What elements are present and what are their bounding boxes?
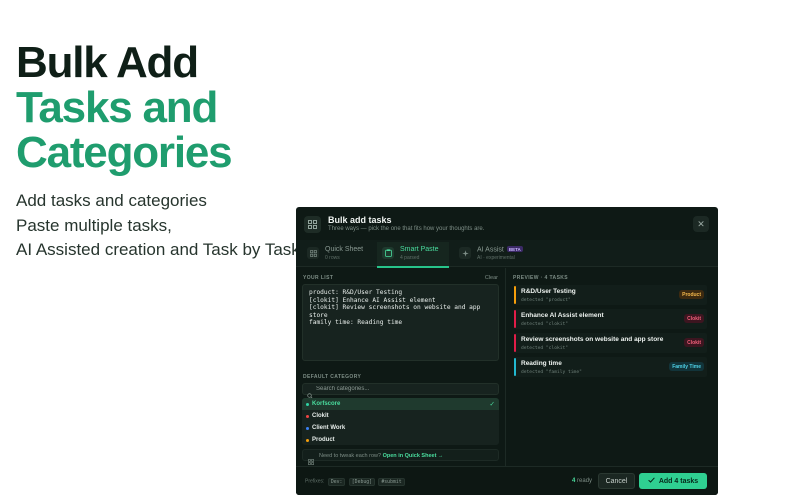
preview-detected: detected "clokit" <box>521 345 569 351</box>
textarea-line: store <box>309 311 328 319</box>
task-list-textarea[interactable]: product: R&D/User Testing [clokit] Enhan… <box>302 284 499 361</box>
prefix-chip: [Debug] <box>348 478 376 486</box>
preview-title: Enhance AI Assist element <box>521 312 604 319</box>
dialog-title: Bulk add tasks <box>328 215 392 225</box>
category-color-dot <box>306 438 309 442</box>
tab-ai-assist[interactable]: AI Assist BETA AI · experimental <box>454 242 534 267</box>
category-badge: Clokit <box>684 338 704 347</box>
preview-detected: detected "family time" <box>521 369 582 375</box>
category-item[interactable]: Product <box>302 434 499 445</box>
tab-label-text: AI Assist <box>477 246 504 254</box>
prefixes-hint: Prefixes: Dev: [Debug] #submit <box>305 478 405 486</box>
category-list: Korfscore ✓ Clokit Client Work Product <box>302 398 499 445</box>
preview-panel: PREVIEW · 4 TASKS R&D/User Testing detec… <box>507 268 718 466</box>
prefix-chip: Dev: <box>327 478 346 486</box>
category-color-dot <box>306 426 309 430</box>
grid-icon <box>304 216 321 233</box>
ready-count: 4 ready <box>572 478 592 484</box>
tab-label: Smart Paste <box>400 246 439 253</box>
close-button[interactable]: ✕ <box>693 216 709 232</box>
tab-sub: AI · experimental <box>477 255 515 261</box>
category-color-dot <box>306 414 309 418</box>
preview-title: Reading time <box>521 360 562 367</box>
preview-label: PREVIEW · 4 TASKS <box>513 275 569 281</box>
dialog-footer: Prefixes: Dev: [Debug] #submit 4 ready C… <box>296 466 718 495</box>
category-item[interactable]: Clokit <box>302 410 499 422</box>
preview-color-bar <box>514 358 516 376</box>
preview-detected: detected "product" <box>521 297 571 303</box>
category-name: Clokit <box>312 412 329 419</box>
tab-sub: 4 parsed <box>400 255 420 261</box>
add-tasks-label: Add 4 tasks <box>658 477 699 485</box>
category-name: Client Work <box>312 424 346 431</box>
hero-description: Add tasks and categories Paste multiple … <box>16 189 306 263</box>
category-color-dot <box>306 402 309 406</box>
category-name: Korfscore <box>312 400 341 407</box>
tweak-hint: Need to tweak each row? Open in Quick Sh… <box>302 449 499 465</box>
tab-sub: 0 rows <box>325 255 340 261</box>
tab-label: AI Assist BETA <box>477 246 523 254</box>
beta-badge: BETA <box>506 246 523 252</box>
preview-color-bar <box>514 334 516 352</box>
category-search <box>302 383 499 399</box>
check-icon <box>648 477 655 485</box>
clipboard-icon <box>382 247 394 259</box>
category-badge: Family Time <box>669 362 704 371</box>
cancel-label: Cancel <box>605 477 628 485</box>
preview-title: Review screenshots on website and app st… <box>521 336 664 343</box>
hero-desc-line: Add tasks and categories <box>16 191 207 210</box>
hero-desc-line: Paste multiple tasks, <box>16 215 172 235</box>
bulk-add-dialog: Bulk add tasks Three ways — pick the one… <box>296 207 718 495</box>
dialog-subtitle: Three ways — pick the one that fits how … <box>328 226 485 232</box>
textarea-line: family time: Reading time <box>309 319 403 326</box>
grid-icon <box>307 247 319 259</box>
category-item[interactable]: Korfscore ✓ <box>302 398 499 410</box>
preview-item[interactable]: Reading time detected "family time" Fami… <box>514 357 707 377</box>
your-list-label: YOUR LIST <box>303 275 334 281</box>
mode-tabs: Quick Sheet 0 rows Smart Paste 4 parsed … <box>296 240 718 268</box>
hero-title-line-3: Categories <box>16 128 233 177</box>
hero-title-line-1: Bulk Add <box>16 38 199 87</box>
category-badge: Clokit <box>684 314 704 323</box>
close-icon: ✕ <box>697 218 705 229</box>
tab-quick-sheet[interactable]: Quick Sheet 0 rows <box>302 242 368 267</box>
category-search-input[interactable] <box>316 384 491 394</box>
prefixes-label: Prefixes: <box>305 478 325 485</box>
hero-title-line-2: Tasks and <box>16 83 218 132</box>
add-tasks-button[interactable]: Add 4 tasks <box>639 473 707 489</box>
tab-smart-paste[interactable]: Smart Paste 4 parsed <box>377 242 449 268</box>
category-item[interactable]: Client Work <box>302 422 499 434</box>
textarea-line: [clokit] Review screenshots on website a… <box>309 304 481 311</box>
category-badge: Product <box>679 290 704 299</box>
hero-desc-line: AI Assisted creation and Task by Task. <box>16 240 305 259</box>
default-category-label: DEFAULT CATEGORY <box>303 374 362 380</box>
category-name: Product <box>312 436 335 443</box>
preview-detected: detected "clokit" <box>521 321 569 327</box>
preview-item[interactable]: R&D/User Testing detected "product" Prod… <box>514 285 707 305</box>
hero-title: Bulk Add Tasks and Categories <box>16 40 306 175</box>
preview-item[interactable]: Enhance AI Assist element detected "clok… <box>514 309 707 329</box>
hero-section: Bulk Add Tasks and Categories Add tasks … <box>16 40 306 263</box>
preview-color-bar <box>514 286 516 304</box>
open-quick-sheet-link[interactable]: Open in Quick Sheet → <box>383 453 444 459</box>
ready-number: 4 <box>572 478 576 484</box>
tweak-question: Need to tweak each row? <box>319 452 382 459</box>
tab-label: Quick Sheet <box>325 246 364 253</box>
sparkle-icon <box>459 247 471 259</box>
ready-text: ready <box>577 478 593 484</box>
cancel-button[interactable]: Cancel <box>598 473 635 489</box>
input-panel: YOUR LIST Clear product: R&D/User Testin… <box>296 268 506 466</box>
tweak-text: Need to tweak each row? Open in Quick Sh… <box>319 453 443 459</box>
preview-title: R&D/User Testing <box>521 288 576 295</box>
textarea-line: product: R&D/User Testing <box>309 289 403 296</box>
dialog-header: Bulk add tasks Three ways — pick the one… <box>296 207 718 240</box>
check-icon: ✓ <box>489 400 495 408</box>
preview-item[interactable]: Review screenshots on website and app st… <box>514 333 707 353</box>
preview-color-bar <box>514 310 516 328</box>
prefix-chip: #submit <box>378 478 405 486</box>
textarea-line: [clokit] Enhance AI Assist element <box>309 296 436 304</box>
clear-button[interactable]: Clear <box>485 275 498 281</box>
